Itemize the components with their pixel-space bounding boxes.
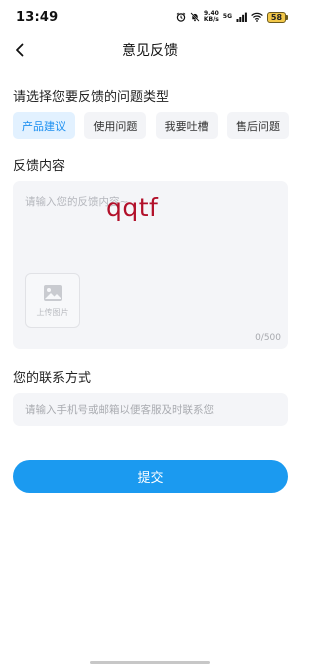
feedback-content-box: qqtf 上传图片 0/500	[13, 181, 288, 349]
home-indicator[interactable]	[90, 661, 210, 664]
submit-button[interactable]: 提交	[13, 460, 288, 493]
upload-image-label: 上传图片	[36, 307, 69, 317]
feedback-content-label: 反馈内容	[13, 159, 66, 174]
feedback-type-label: 请选择您要反馈的问题类型	[13, 90, 170, 105]
upload-image-button[interactable]: 上传图片	[25, 273, 80, 328]
net-speed: 9.40 KB/s	[204, 11, 219, 23]
feedback-content-input[interactable]	[13, 181, 288, 241]
chip-complaint[interactable]: 我要吐槽	[155, 112, 218, 139]
feedback-type-options: 产品建议 使用问题 我要吐槽 售后问题	[13, 112, 289, 139]
net-speed-unit: KB/s	[203, 16, 219, 23]
page-title: 意见反馈	[122, 43, 178, 59]
battery-icon: 58	[267, 11, 288, 23]
network-tag: 5G	[222, 13, 232, 20]
contact-label: 您的联系方式	[13, 371, 92, 386]
back-button[interactable]	[10, 40, 30, 60]
image-icon	[43, 284, 62, 301]
status-icons: 9.40 KB/s 5G 58	[176, 11, 288, 23]
wifi-icon	[251, 12, 263, 22]
nav-bar: 意见反馈	[0, 34, 300, 66]
status-time: 13:49	[16, 9, 59, 25]
mute-icon	[190, 12, 200, 22]
alarm-icon	[176, 12, 186, 22]
chip-usage-issue[interactable]: 使用问题	[84, 112, 147, 139]
status-bar: 13:49 9.40 KB/s 5G 58	[0, 0, 300, 34]
chevron-left-icon	[16, 43, 24, 57]
char-counter: 0/500	[255, 333, 281, 343]
signal-icon	[236, 12, 247, 22]
battery-level: 58	[267, 11, 286, 23]
contact-input[interactable]	[13, 393, 288, 426]
chip-product-suggestion[interactable]: 产品建议	[13, 112, 75, 139]
chip-after-sales[interactable]: 售后问题	[226, 112, 289, 139]
